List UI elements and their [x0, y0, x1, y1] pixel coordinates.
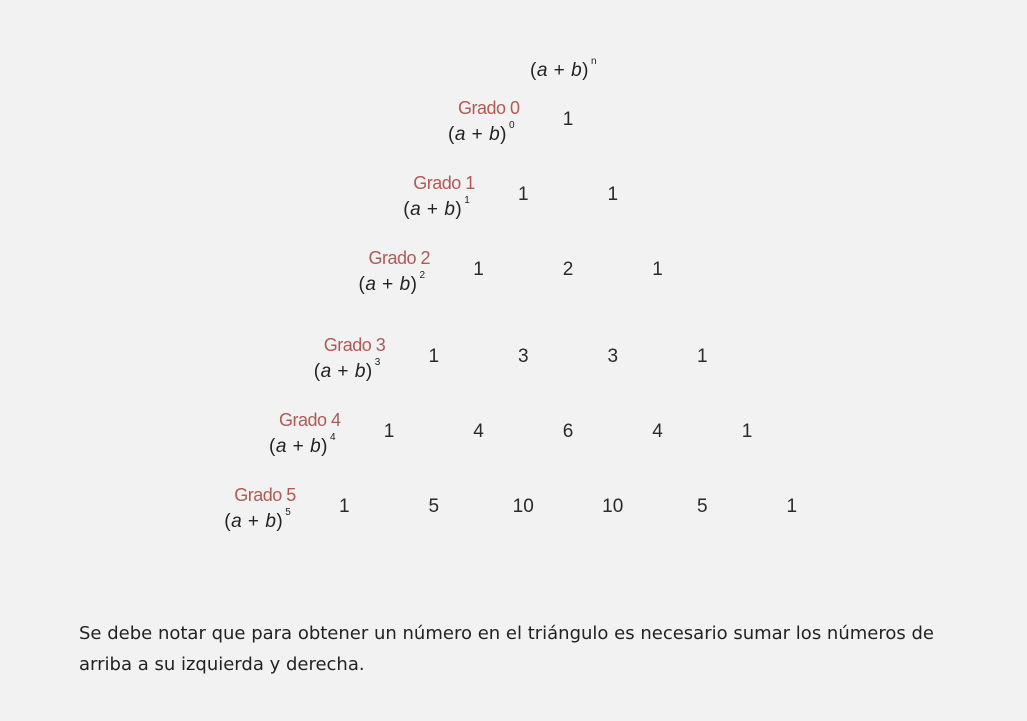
row-label: Grado 5 [234, 485, 296, 505]
coefficient: 1 [428, 346, 440, 367]
var-b: b [571, 60, 583, 81]
row-expression: (a + b) 4 [269, 432, 336, 458]
paren-open: ( [448, 124, 455, 145]
var-a: a [410, 199, 422, 220]
paren-close: ) [500, 124, 507, 145]
coefficient: 1 [517, 184, 529, 205]
plus-sign: + [376, 274, 400, 295]
paren-open: ( [313, 361, 321, 382]
caption-paragraph: Se debe notar que para obtener un número… [79, 623, 934, 675]
coefficient: 6 [562, 421, 574, 442]
exponent: 4 [329, 432, 337, 443]
exponent: 0 [508, 120, 516, 131]
var-b: b [399, 274, 411, 295]
coefficient: 4 [652, 421, 663, 442]
var-b: b [489, 124, 501, 145]
exponent: 2 [419, 270, 426, 281]
var-a: a [275, 436, 287, 457]
var-b: b [310, 436, 322, 457]
coefficient: 2 [562, 259, 574, 280]
coefficient: 3 [607, 346, 619, 367]
coefficient: 10 [512, 496, 534, 517]
var-a: a [536, 60, 548, 81]
var-a: a [231, 511, 243, 532]
plus-sign: + [421, 199, 445, 220]
coefficient: 1 [338, 496, 350, 517]
exponent: 5 [285, 507, 292, 518]
var-b: b [354, 361, 366, 382]
coefficient: 10 [602, 496, 624, 517]
var-a: a [454, 124, 466, 145]
paren-open: ( [530, 60, 537, 81]
row-expression: (a + b) 5 [224, 507, 291, 533]
row-expression: (a + b) 2 [359, 270, 426, 296]
row-expression: (a + b) 1 [403, 195, 470, 221]
coefficient: 1 [383, 421, 395, 442]
coefficient: 5 [428, 496, 440, 517]
paren-close: ) [582, 60, 589, 81]
coefficient: 4 [473, 421, 484, 442]
row-label: Grado 3 [323, 335, 386, 355]
coefficient: 3 [517, 346, 529, 367]
pascal-triangle-figure: (a + b) n Grado 0 (a + b) 0 1 Grado 1 (a + b) 1… [0, 0, 1027, 580]
plus-sign: + [331, 361, 355, 382]
coefficient: 1 [473, 259, 484, 280]
plus-sign: + [547, 60, 572, 81]
coefficient: 1 [741, 421, 753, 442]
general-expression: (a + b) n [530, 56, 597, 82]
row-expression: (a + b) 0 [448, 120, 515, 146]
row-label: Grado 4 [279, 410, 341, 430]
plus-sign: + [242, 511, 266, 532]
paren-close: ) [276, 511, 284, 532]
plus-sign: + [286, 436, 311, 457]
paren-close: ) [410, 274, 418, 295]
row-expression: (a + b) 3 [313, 357, 381, 383]
exponent: 1 [464, 195, 471, 206]
row-label: Grado 2 [368, 248, 431, 268]
coefficient: 1 [652, 259, 663, 280]
coefficient: 1 [786, 496, 798, 517]
row-label: Grado 1 [413, 173, 475, 193]
paren-open: ( [269, 436, 276, 457]
coefficient: 1 [696, 346, 708, 367]
paren-close: ) [365, 361, 373, 382]
coefficient: 1 [607, 184, 619, 205]
paren-close: ) [455, 199, 463, 220]
exponent: 3 [374, 357, 381, 368]
plus-sign: + [465, 124, 490, 145]
var-a: a [320, 361, 332, 382]
var-b: b [265, 511, 277, 532]
coefficient: 5 [696, 496, 708, 517]
coefficient: 1 [562, 109, 574, 130]
var-b: b [444, 199, 456, 220]
var-a: a [365, 274, 377, 295]
paren-close: ) [321, 436, 328, 457]
exponent: n [590, 56, 598, 67]
row-label: Grado 0 [458, 98, 520, 118]
